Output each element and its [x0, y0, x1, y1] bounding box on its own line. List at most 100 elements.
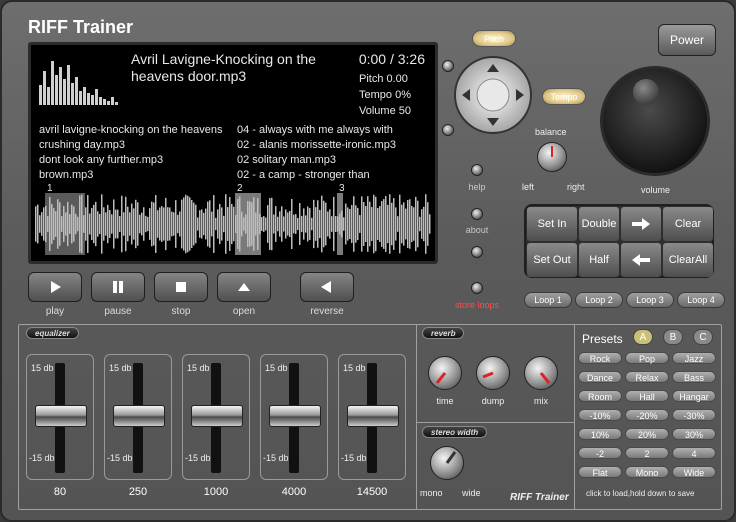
pause-button[interactable]: [91, 272, 145, 302]
pitch-readout: Pitch 0.00: [359, 73, 408, 85]
preset-button[interactable]: Relax: [625, 371, 669, 383]
eq-bottom-label: -15 db: [185, 453, 211, 463]
waveform-bar: [233, 206, 235, 242]
waveform-bar: [271, 197, 273, 251]
playlist-item[interactable]: dont look any further.mp3: [39, 153, 229, 168]
playlist-item[interactable]: 02 solitary man.mp3: [237, 153, 433, 168]
playlist-item[interactable]: avril lavigne-knocking on the heavens: [39, 123, 229, 138]
eq-band-slider[interactable]: 15 db -15 db: [182, 354, 250, 480]
eq-slider-handle[interactable]: [269, 405, 321, 427]
reverb-mix-knob[interactable]: [524, 356, 558, 390]
eq-slider-handle[interactable]: [113, 405, 165, 427]
reverse-button[interactable]: [300, 272, 354, 302]
preset-button[interactable]: -20%: [625, 409, 669, 421]
pitch-tempo-dpad[interactable]: [454, 56, 532, 134]
preset-button[interactable]: Mono: [625, 466, 669, 478]
store-loops-button[interactable]: [471, 282, 483, 294]
power-button[interactable]: Power: [658, 24, 716, 56]
preset-button[interactable]: Pop: [625, 352, 669, 364]
preset-button[interactable]: 20%: [625, 428, 669, 440]
screen-side-button-bottom[interactable]: [442, 124, 454, 136]
eq-slider-handle[interactable]: [347, 405, 399, 427]
loop-3-button[interactable]: Loop 3: [626, 292, 674, 308]
waveform-bar: [107, 204, 109, 244]
waveform-bar: [125, 196, 127, 252]
playlist-item[interactable]: brown.mp3: [39, 168, 229, 183]
clear-all-button[interactable]: ClearAll: [663, 243, 713, 277]
eq-band-slider[interactable]: 15 db -15 db: [260, 354, 328, 480]
playlist-item[interactable]: crushing day.mp3: [39, 138, 229, 153]
set-out-button[interactable]: Set Out: [527, 243, 577, 277]
waveform-bar: [59, 202, 61, 246]
eq-top-label: 15 db: [31, 363, 54, 373]
eq-slider-handle[interactable]: [35, 405, 87, 427]
waveform-bar: [407, 199, 409, 249]
back-arrow-button[interactable]: [621, 243, 661, 277]
double-button[interactable]: Double: [579, 207, 619, 241]
tempo-button[interactable]: Tempo: [542, 88, 586, 105]
waveform-bar: [81, 194, 83, 254]
preset-button[interactable]: Wide: [672, 466, 716, 478]
screen-side-button-top[interactable]: [442, 60, 454, 72]
preset-button[interactable]: 10%: [578, 428, 622, 440]
about-button[interactable]: [471, 208, 483, 220]
waveform-bar: [137, 202, 139, 246]
eq-band-slider[interactable]: 15 db -15 db: [104, 354, 172, 480]
panel-divider: [416, 422, 574, 423]
volume-knob[interactable]: [600, 66, 710, 176]
preset-button[interactable]: -10%: [578, 409, 622, 421]
eq-top-label: 15 db: [109, 363, 132, 373]
preset-button[interactable]: Hall: [625, 390, 669, 402]
eq-slider-handle[interactable]: [191, 405, 243, 427]
open-button[interactable]: [217, 272, 271, 302]
waveform-bar: [213, 195, 215, 253]
preset-button[interactable]: 4: [672, 447, 716, 459]
half-button[interactable]: Half: [579, 243, 619, 277]
waveform-bar: [415, 196, 417, 252]
preset-button[interactable]: Dance: [578, 371, 622, 383]
side-button[interactable]: [471, 246, 483, 258]
waveform-bar: [113, 199, 115, 249]
loop-4-button[interactable]: Loop 4: [677, 292, 725, 308]
preset-button[interactable]: Hangar: [672, 390, 716, 402]
loop-2-button[interactable]: Loop 2: [575, 292, 623, 308]
eq-band-slider[interactable]: 15 db -15 db: [26, 354, 94, 480]
reverb-time-knob[interactable]: [428, 356, 462, 390]
reverb-dump-knob[interactable]: [476, 356, 510, 390]
preset-button[interactable]: Rock: [578, 352, 622, 364]
pitch-button[interactable]: Pitch: [472, 30, 516, 47]
waveform-bar: [79, 195, 81, 253]
preset-button[interactable]: Room: [578, 390, 622, 402]
playlist-item[interactable]: 04 - always with me always with: [237, 123, 433, 138]
waveform-bar: [339, 213, 341, 235]
preset-button[interactable]: Bass: [672, 371, 716, 383]
waveform-bar: [131, 203, 133, 245]
waveform-bar: [211, 211, 213, 237]
preset-button[interactable]: -30%: [672, 409, 716, 421]
preset-button[interactable]: -2: [578, 447, 622, 459]
store-loops-label: store loops: [454, 300, 500, 310]
preset-button[interactable]: 2: [625, 447, 669, 459]
preset-button[interactable]: Jazz: [672, 352, 716, 364]
preset-bank-b-button[interactable]: B: [663, 329, 683, 345]
forward-arrow-button[interactable]: [621, 207, 661, 241]
waveform[interactable]: [35, 193, 431, 255]
balance-knob[interactable]: [537, 142, 567, 172]
playlist-item[interactable]: 02 - alanis morissette-ironic.mp3: [237, 138, 433, 153]
waveform-bar: [119, 216, 121, 232]
stop-button[interactable]: [154, 272, 208, 302]
set-in-button[interactable]: Set In: [527, 207, 577, 241]
eq-band-slider[interactable]: 15 db -15 db: [338, 354, 406, 480]
help-button[interactable]: [471, 164, 483, 176]
play-button[interactable]: [28, 272, 82, 302]
spectrum-bar: [103, 99, 106, 105]
preset-button[interactable]: Flat: [578, 466, 622, 478]
preset-bank-c-button[interactable]: C: [693, 329, 713, 345]
spectrum-bar: [71, 83, 74, 105]
preset-button[interactable]: 30%: [672, 428, 716, 440]
loop-1-button[interactable]: Loop 1: [524, 292, 572, 308]
clear-button[interactable]: Clear: [663, 207, 713, 241]
preset-bank-a-button[interactable]: A: [633, 329, 653, 345]
playlist-item[interactable]: 02 - a camp - stronger than: [237, 168, 433, 183]
stereo-width-knob[interactable]: [430, 446, 464, 480]
